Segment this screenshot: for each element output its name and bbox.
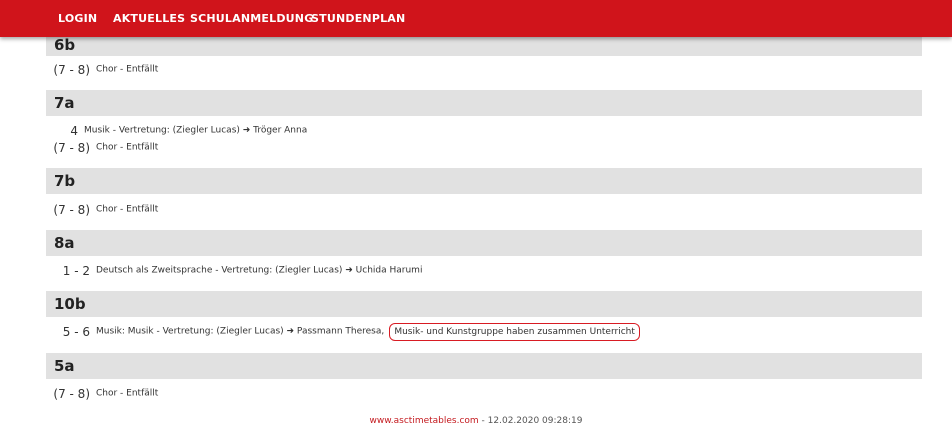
substitution-entry: 5 - 6 Musik: Musik - Vertretung: (Ziegler… (46, 321, 640, 341)
substitution-entry: 1 - 2 Deutsch als Zweitsprache - Vertretu… (46, 260, 423, 278)
entry-description: Musik - Vertretung: (Ziegler Lucas) ➜ Tr… (84, 125, 308, 136)
entry-description: Chor - Entfällt (96, 388, 159, 399)
substitution-entry: 4 Musik - Vertretung: (Ziegler Lucas) ➜ T… (34, 120, 307, 138)
class-header-7a: 7a (46, 90, 922, 116)
period: 4 (70, 123, 78, 138)
class-title: 6b (54, 36, 76, 54)
class-header-10b: 10b (46, 291, 922, 317)
entry-description: Musik: Musik - Vertretung: (Ziegler Luca… (96, 326, 385, 337)
top-navbar: LOGIN AKTUELLES SCHULANMELDUNG STUNDENPL… (0, 0, 952, 37)
substitution-entry: (7 - 8) Chor - Entfällt (46, 59, 158, 77)
period: (7 - 8) (53, 140, 90, 155)
class-header-5a: 5a (46, 353, 922, 379)
footer-timestamp: - 12.02.2020 09:28:19 (478, 416, 583, 426)
entry-description: Chor - Entfällt (96, 204, 159, 215)
class-title: 8a (54, 234, 75, 252)
footer: www.asctimetables.com - 12.02.2020 09:28… (0, 416, 952, 426)
nav-aktuelles[interactable]: AKTUELLES (113, 12, 185, 25)
period: 5 - 6 (62, 324, 90, 339)
nav-login[interactable]: LOGIN (58, 12, 97, 25)
entry-description: Chor - Entfällt (96, 64, 159, 75)
substitution-entry: (7 - 8) Chor - Entfällt (46, 383, 158, 401)
class-title: 7b (54, 172, 76, 190)
class-title: 10b (54, 295, 86, 313)
class-title: 7a (54, 94, 75, 112)
highlighted-note: Musik- und Kunstgruppe haben zusammen Un… (389, 322, 640, 341)
entry-description: Deutsch als Zweitsprache - Vertretung: (… (96, 265, 423, 276)
footer-link[interactable]: www.asctimetables.com (370, 416, 479, 426)
class-header-7b: 7b (46, 168, 922, 194)
class-header-8a: 8a (46, 230, 922, 256)
entry-description: Chor - Entfällt (96, 142, 159, 153)
nav-schulanmeldung[interactable]: SCHULANMELDUNG (190, 12, 313, 25)
substitution-entry: (7 - 8) Chor - Entfällt (46, 199, 158, 217)
period: (7 - 8) (53, 386, 90, 401)
substitution-entry: (7 - 8) Chor - Entfällt (46, 137, 158, 155)
nav-stundenplan[interactable]: STUNDENPLAN (311, 12, 405, 25)
period: 1 - 2 (62, 263, 90, 278)
period: (7 - 8) (53, 62, 90, 77)
class-title: 5a (54, 357, 75, 375)
period: (7 - 8) (53, 202, 90, 217)
